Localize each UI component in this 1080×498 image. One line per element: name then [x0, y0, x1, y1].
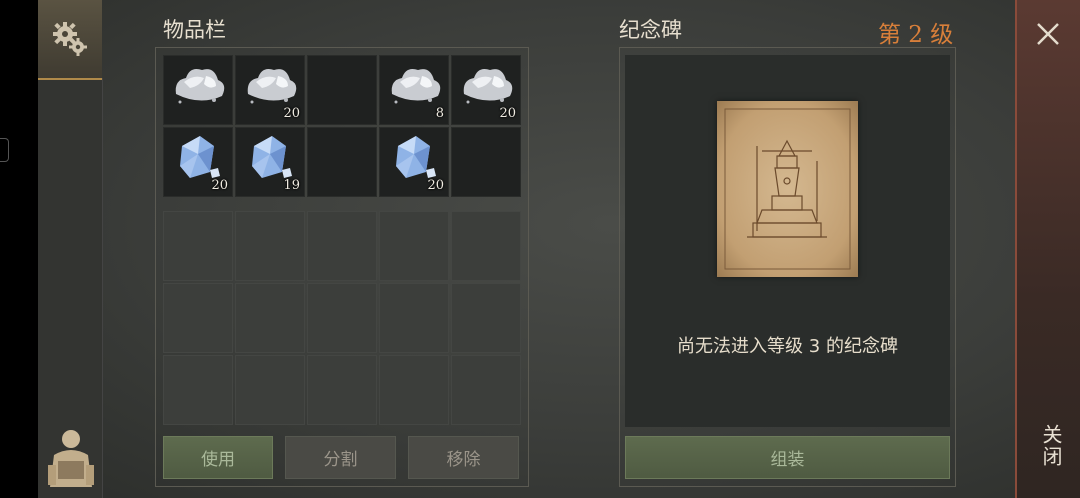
inventory-slot[interactable]: [379, 211, 449, 281]
item-quantity: 20: [283, 106, 300, 121]
monument-status-message: 尚无法进入等级 3 的纪念碑: [677, 336, 898, 357]
inventory-slot[interactable]: [163, 55, 233, 125]
inventory-slot[interactable]: [235, 355, 305, 425]
inventory-slot[interactable]: [163, 211, 233, 281]
item-quantity: 19: [283, 178, 300, 193]
inventory-title: 物品栏: [163, 18, 226, 42]
inventory-slot[interactable]: [451, 211, 521, 281]
stone-ore-icon: [463, 69, 513, 104]
inventory-slot[interactable]: [163, 355, 233, 425]
inventory-empty-grid: [163, 211, 521, 425]
status-notch: [0, 138, 9, 162]
split-button[interactable]: 分割: [285, 436, 396, 479]
inventory-slot[interactable]: 20: [379, 127, 449, 197]
gear-icon: [53, 22, 87, 56]
inventory-slot[interactable]: [451, 127, 521, 197]
inventory-grid: 20 8 20 20 19 20: [163, 55, 521, 197]
close-icon[interactable]: [1032, 18, 1064, 50]
inventory-slot[interactable]: [379, 355, 449, 425]
item-quantity: 20: [499, 106, 516, 121]
inventory-slot[interactable]: [307, 55, 377, 125]
inventory-slot[interactable]: [451, 355, 521, 425]
close-label[interactable]: 关闭: [1030, 424, 1066, 468]
inventory-slot[interactable]: [235, 211, 305, 281]
inventory-slot[interactable]: [307, 283, 377, 353]
item-quantity: 8: [435, 106, 444, 121]
inventory-slot[interactable]: 20: [163, 127, 233, 197]
monument-title: 纪念碑: [619, 18, 682, 42]
stone-ore-icon: [175, 69, 225, 104]
use-button[interactable]: 使用: [163, 436, 273, 479]
remove-button[interactable]: 移除: [408, 436, 519, 479]
inventory-slot[interactable]: [307, 211, 377, 281]
item-quantity: 20: [427, 178, 444, 193]
inventory-slot[interactable]: 20: [451, 55, 521, 125]
inventory-slot[interactable]: 20: [235, 55, 305, 125]
stone-ore-icon: [247, 69, 297, 104]
settings-tab[interactable]: [38, 0, 102, 80]
inventory-slot[interactable]: [163, 283, 233, 353]
inventory-slot[interactable]: 8: [379, 55, 449, 125]
inventory-slot[interactable]: [307, 355, 377, 425]
stone-ore-icon: [391, 69, 441, 104]
character-icon[interactable]: [44, 425, 98, 491]
assemble-button[interactable]: 组装: [625, 436, 950, 479]
item-quantity: 20: [211, 178, 228, 193]
inventory-slot[interactable]: [307, 127, 377, 197]
inventory-slot[interactable]: 19: [235, 127, 305, 197]
monument-level: 第 2 级: [878, 22, 954, 48]
inventory-slot[interactable]: [379, 283, 449, 353]
inventory-slot[interactable]: [451, 283, 521, 353]
monument-blueprint: [717, 101, 858, 277]
inventory-slot[interactable]: [235, 283, 305, 353]
